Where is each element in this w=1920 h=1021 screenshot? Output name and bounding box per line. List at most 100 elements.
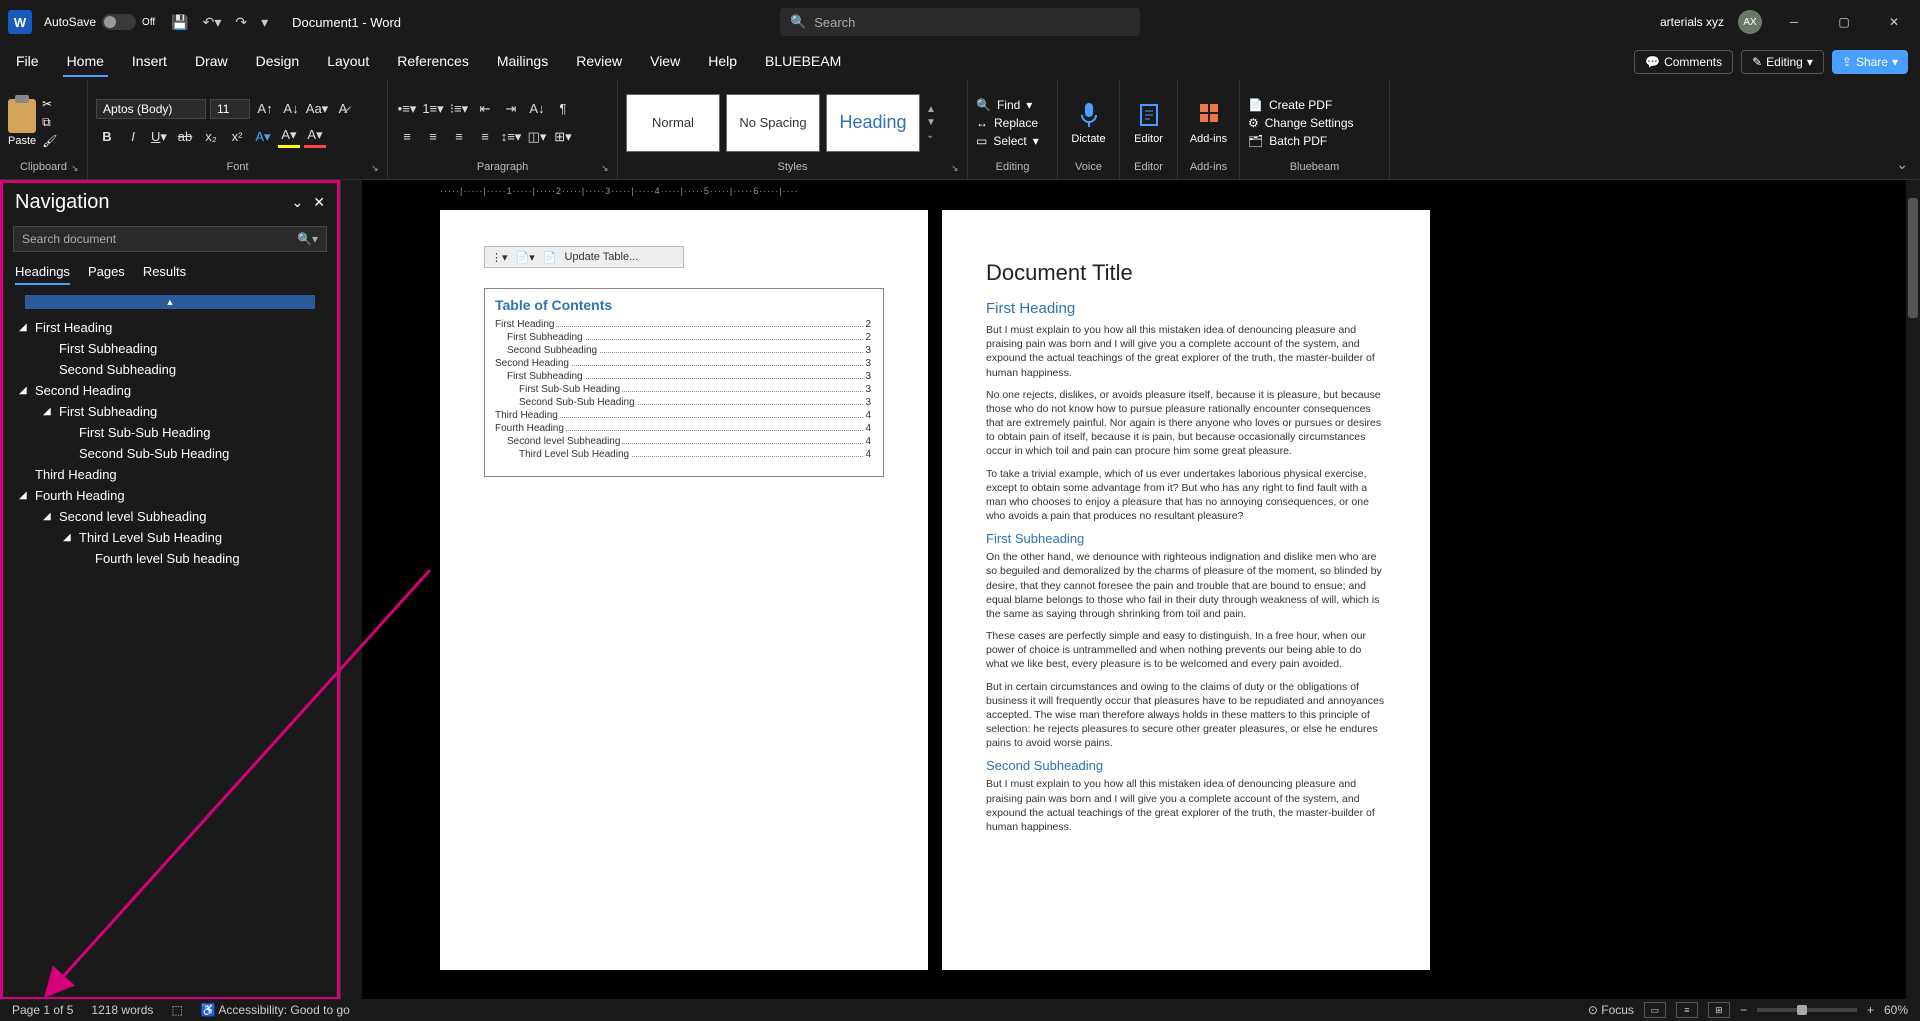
ribbon-tab-mailings[interactable]: Mailings xyxy=(493,47,552,77)
change-settings-button[interactable]: ⚙ Change Settings xyxy=(1248,116,1354,130)
highlight-icon[interactable]: A▾ xyxy=(278,126,300,148)
format-painter-icon[interactable]: 🖌 xyxy=(42,134,57,148)
toc-entry[interactable]: First Sub-Sub Heading3 xyxy=(495,384,873,395)
superscript-button[interactable]: x² xyxy=(226,126,248,148)
ribbon-tab-insert[interactable]: Insert xyxy=(128,47,171,77)
chevron-down-icon[interactable]: ◢ xyxy=(19,385,31,396)
font-color-icon[interactable]: A▾ xyxy=(304,126,326,148)
minimize-button[interactable]: ─ xyxy=(1776,8,1812,36)
print-layout-icon[interactable]: ≡ xyxy=(1676,1002,1698,1018)
toc-entry[interactable]: First Subheading3 xyxy=(495,371,873,382)
redo-icon[interactable]: ↷ xyxy=(235,14,247,31)
bold-button[interactable]: B xyxy=(96,126,118,148)
create-pdf-button[interactable]: 📄 Create PDF xyxy=(1248,98,1354,112)
strikethrough-button[interactable]: ab xyxy=(174,126,196,148)
ribbon-tab-design[interactable]: Design xyxy=(252,47,304,77)
toc-menu-icon[interactable]: ⋮▾ xyxy=(491,251,508,264)
replace-button[interactable]: ↔ Replace xyxy=(976,116,1039,130)
navigation-close-icon[interactable]: ✕ xyxy=(313,194,325,211)
clear-formatting-icon[interactable]: A̷ xyxy=(332,98,354,120)
increase-indent-icon[interactable]: ⇥ xyxy=(500,98,522,120)
accessibility-status[interactable]: ♿ Accessibility: Good to go xyxy=(201,1003,350,1017)
chevron-down-icon[interactable]: ◢ xyxy=(19,490,31,501)
nav-heading-item[interactable]: ◢Third Level Sub Heading xyxy=(11,527,329,548)
dictate-button[interactable]: Dictate xyxy=(1066,101,1111,145)
editing-mode-button[interactable]: ✎ Editing ▾ xyxy=(1741,50,1824,74)
undo-icon[interactable]: ↶▾ xyxy=(203,14,222,31)
toc-entry[interactable]: First Heading2 xyxy=(495,319,873,330)
toc-entry[interactable]: Second Heading3 xyxy=(495,358,873,369)
nav-tab-headings[interactable]: Headings xyxy=(15,260,70,285)
cut-icon[interactable]: ✂ xyxy=(42,97,57,111)
batch-pdf-button[interactable]: 🗂 Batch PDF xyxy=(1248,134,1354,148)
styles-up-icon[interactable]: ▲ xyxy=(926,104,936,115)
bullets-icon[interactable]: •≡▾ xyxy=(396,98,418,120)
find-button[interactable]: 🔍 Find ▾ xyxy=(976,98,1039,112)
paragraph-dialog-launcher[interactable]: ↘ xyxy=(601,163,613,175)
underline-button[interactable]: U▾ xyxy=(148,126,170,148)
zoom-in-icon[interactable]: + xyxy=(1867,1003,1874,1017)
nav-heading-item[interactable]: First Subheading xyxy=(11,338,329,359)
italic-button[interactable]: I xyxy=(122,126,144,148)
toc-update-icon[interactable]: 📄 xyxy=(543,251,557,264)
toc-doc-icon[interactable]: 📄▾ xyxy=(516,251,535,264)
nav-heading-item[interactable]: ◢Second level Subheading xyxy=(11,506,329,527)
nav-heading-item[interactable]: ◢First Subheading xyxy=(11,401,329,422)
maximize-button[interactable]: ▢ xyxy=(1826,8,1862,36)
search-bar[interactable]: 🔍 Search xyxy=(780,8,1140,36)
font-name-select[interactable] xyxy=(96,99,206,119)
nav-tab-pages[interactable]: Pages xyxy=(88,260,125,285)
grow-font-icon[interactable]: A↑ xyxy=(254,98,276,120)
web-layout-icon[interactable]: ⊞ xyxy=(1708,1002,1730,1018)
ribbon-tab-layout[interactable]: Layout xyxy=(323,47,373,77)
sort-icon[interactable]: A↓ xyxy=(526,98,548,120)
ribbon-tab-view[interactable]: View xyxy=(646,47,684,77)
zoom-out-icon[interactable]: − xyxy=(1740,1003,1747,1017)
scrollbar-thumb[interactable] xyxy=(1908,198,1918,318)
qat-dropdown-icon[interactable]: ▾ xyxy=(261,14,268,31)
nav-heading-item[interactable]: ◢Fourth Heading xyxy=(11,485,329,506)
select-button[interactable]: ▭ Select ▾ xyxy=(976,134,1039,148)
toc-entry[interactable]: Third Level Sub Heading4 xyxy=(495,449,873,460)
nav-heading-item[interactable]: First Sub-Sub Heading xyxy=(11,422,329,443)
toc-entry[interactable]: First Subheading2 xyxy=(495,332,873,343)
nav-heading-item[interactable]: Second Subheading xyxy=(11,359,329,380)
styles-gallery[interactable]: Normal No Spacing Heading ▲ ▼ ⌄ xyxy=(626,94,936,152)
user-name[interactable]: arterials xyz xyxy=(1660,15,1724,29)
chevron-down-icon[interactable]: ◢ xyxy=(19,322,31,333)
align-center-icon[interactable]: ≡ xyxy=(422,126,444,148)
toc-entry[interactable]: Second Subheading3 xyxy=(495,345,873,356)
paste-button[interactable]: Paste xyxy=(8,99,36,147)
styles-down-icon[interactable]: ▼ xyxy=(926,117,936,128)
chevron-down-icon[interactable]: ◢ xyxy=(63,532,75,543)
share-button[interactable]: ⇪ Share ▾ xyxy=(1832,50,1908,74)
ribbon-tab-home[interactable]: Home xyxy=(63,47,108,77)
spelling-icon[interactable]: ⬚ xyxy=(171,1003,182,1017)
nav-tab-results[interactable]: Results xyxy=(143,260,186,285)
navigation-search[interactable]: Search document 🔍▾ xyxy=(13,226,327,252)
decrease-indent-icon[interactable]: ⇤ xyxy=(474,98,496,120)
font-size-select[interactable] xyxy=(210,99,250,119)
styles-dialog-launcher[interactable]: ↘ xyxy=(951,163,963,175)
show-marks-icon[interactable]: ¶ xyxy=(552,98,574,120)
toc-update-label[interactable]: Update Table... xyxy=(564,251,638,263)
shading-icon[interactable]: ◫▾ xyxy=(526,126,548,148)
multilevel-list-icon[interactable]: ⁝≡▾ xyxy=(448,98,470,120)
align-right-icon[interactable]: ≡ xyxy=(448,126,470,148)
read-mode-icon[interactable]: ▭ xyxy=(1644,1002,1666,1018)
comments-button[interactable]: 💬 Comments xyxy=(1634,50,1733,74)
focus-mode[interactable]: ⊙ Focus xyxy=(1588,1003,1634,1017)
justify-icon[interactable]: ≡ xyxy=(474,126,496,148)
navigation-dropdown-icon[interactable]: ⌄ xyxy=(292,194,304,211)
style-heading[interactable]: Heading xyxy=(826,94,920,152)
autosave-toggle[interactable] xyxy=(102,14,136,30)
toc-toolbar[interactable]: ⋮▾ 📄▾ 📄 Update Table... xyxy=(484,246,684,268)
numbering-icon[interactable]: 1≡▾ xyxy=(422,98,444,120)
addins-button[interactable]: Add-ins xyxy=(1186,101,1231,145)
ribbon-tab-help[interactable]: Help xyxy=(704,47,741,77)
ribbon-tab-bluebeam[interactable]: BLUEBEAM xyxy=(761,47,845,77)
page-indicator[interactable]: Page 1 of 5 xyxy=(12,1003,73,1017)
chevron-down-icon[interactable]: ◢ xyxy=(43,406,55,417)
nav-heading-item[interactable]: Third Heading xyxy=(11,464,329,485)
style-normal[interactable]: Normal xyxy=(626,94,720,152)
